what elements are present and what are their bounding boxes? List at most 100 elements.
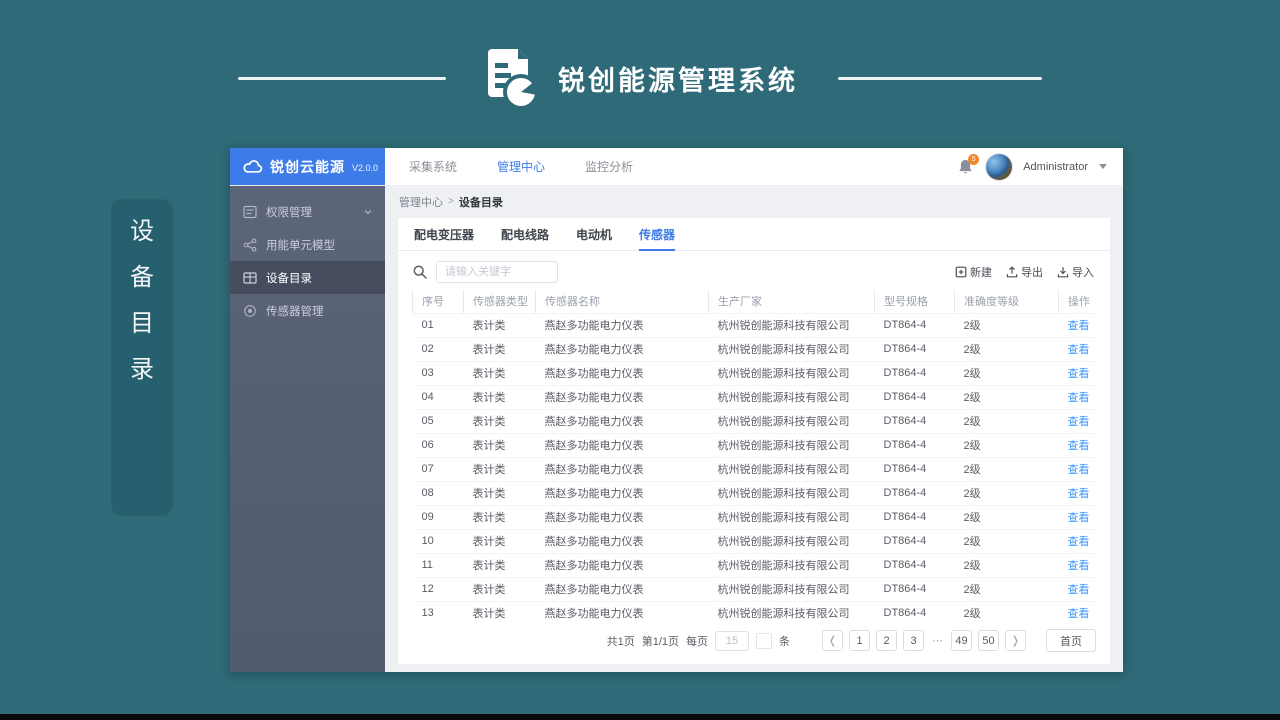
- page-button-2[interactable]: 2: [876, 630, 897, 651]
- cell-sensor-type: 表计类: [463, 480, 536, 505]
- cell-accuracy: 2级: [954, 528, 1059, 553]
- table-row[interactable]: 10 表计类 燕赵多功能电力仪表 杭州锐创能源科技有限公司 DT864-4 2级…: [412, 528, 1096, 553]
- cell-seq: 10: [412, 528, 464, 553]
- breadcrumb-parent[interactable]: 管理中心: [399, 194, 443, 210]
- current-page-text: 第1/1页: [641, 635, 679, 648]
- cell-model: DT864-4: [874, 312, 955, 337]
- view-link[interactable]: 查看: [1068, 344, 1090, 356]
- table-row[interactable]: 06 表计类 燕赵多功能电力仪表 杭州锐创能源科技有限公司 DT864-4 2级…: [412, 432, 1096, 457]
- device-type-tabs: 配电变压器 配电线路 电动机 传感器: [398, 218, 1110, 251]
- view-link[interactable]: 查看: [1068, 608, 1090, 620]
- sidebar-item-sensor-management[interactable]: 传感器管理: [230, 294, 385, 327]
- cell-sensor-name: 燕赵多功能电力仪表: [535, 576, 709, 601]
- table-row[interactable]: 03 表计类 燕赵多功能电力仪表 杭州锐创能源科技有限公司 DT864-4 2级…: [412, 360, 1096, 385]
- user-menu-caret-icon[interactable]: [1099, 164, 1107, 169]
- nav-item-management-center[interactable]: 管理中心: [497, 158, 545, 175]
- table-toolbar: 新建 导出: [398, 251, 1110, 290]
- create-button[interactable]: 新建: [955, 264, 992, 280]
- cell-sensor-type: 表计类: [463, 312, 536, 337]
- page-button-1[interactable]: 1: [849, 630, 870, 651]
- cell-accuracy: 2级: [954, 456, 1059, 481]
- col-sensor-name: 传感器名称: [535, 290, 709, 313]
- user-avatar[interactable]: [986, 153, 1013, 180]
- table-row[interactable]: 07 表计类 燕赵多功能电力仪表 杭州锐创能源科技有限公司 DT864-4 2级…: [412, 456, 1096, 481]
- sidebar-item-label: 传感器管理: [266, 305, 324, 318]
- per-page-stepper[interactable]: [756, 632, 772, 649]
- page-button-49[interactable]: 49: [951, 630, 972, 651]
- banner-divider-right: [838, 76, 1042, 80]
- cell-accuracy: 2级: [954, 384, 1059, 409]
- cell-sensor-type: 表计类: [463, 384, 536, 409]
- cell-manufacturer: 杭州锐创能源科技有限公司: [708, 504, 875, 529]
- table-row[interactable]: 01 表计类 燕赵多功能电力仪表 杭州锐创能源科技有限公司 DT864-4 2级…: [412, 312, 1096, 337]
- page-title: 锐创能源管理系统: [558, 65, 798, 96]
- notification-bell-icon[interactable]: 5: [958, 153, 980, 176]
- cell-manufacturer: 杭州锐创能源科技有限公司: [708, 432, 875, 457]
- user-name: Administrator: [1023, 160, 1088, 173]
- cell-manufacturer: 杭州锐创能源科技有限公司: [708, 600, 875, 625]
- breadcrumb-current: 设备目录: [458, 196, 503, 209]
- cell-model: DT864-4: [874, 576, 955, 601]
- page-button-50[interactable]: 50: [978, 630, 999, 651]
- pagination-bar: 共1页 第1/1页 每页 15 条 ❬ 1 2 3 ⋯ 49 50 ❭ 首页: [398, 629, 1110, 664]
- export-button[interactable]: 导出: [1006, 264, 1043, 280]
- col-accuracy: 准确度等级: [954, 290, 1059, 313]
- search-input[interactable]: [436, 261, 558, 283]
- prev-page-button[interactable]: ❬: [822, 630, 843, 651]
- cell-sensor-name: 燕赵多功能电力仪表: [535, 456, 709, 481]
- cell-accuracy: 2级: [954, 432, 1059, 457]
- sidebar-item-label: 设备目录: [266, 272, 312, 285]
- nav-item-monitoring[interactable]: 监控分析: [585, 158, 633, 175]
- view-link[interactable]: 查看: [1068, 584, 1090, 596]
- table-body: 01 表计类 燕赵多功能电力仪表 杭州锐创能源科技有限公司 DT864-4 2级…: [412, 312, 1096, 625]
- topbar-user-area: 5 Administrator: [958, 148, 1123, 185]
- table-row[interactable]: 08 表计类 燕赵多功能电力仪表 杭州锐创能源科技有限公司 DT864-4 2级…: [412, 480, 1096, 505]
- sidebar-item-device-catalog[interactable]: 设备目录: [230, 261, 385, 294]
- first-page-button[interactable]: 首页: [1046, 629, 1096, 652]
- view-link[interactable]: 查看: [1068, 440, 1090, 452]
- cell-model: DT864-4: [874, 432, 955, 457]
- next-page-button[interactable]: ❭: [1005, 630, 1026, 651]
- sidebar-item-permissions[interactable]: 权限管理: [230, 195, 385, 228]
- per-page-input[interactable]: 15: [715, 630, 749, 651]
- tab-motor[interactable]: 电动机: [576, 218, 612, 250]
- table-row[interactable]: 02 表计类 燕赵多功能电力仪表 杭州锐创能源科技有限公司 DT864-4 2级…: [412, 336, 1096, 361]
- table-row[interactable]: 12 表计类 燕赵多功能电力仪表 杭州锐创能源科技有限公司 DT864-4 2级…: [412, 576, 1096, 601]
- cell-seq: 01: [412, 312, 464, 337]
- cell-sensor-type: 表计类: [463, 552, 536, 577]
- tab-power-line[interactable]: 配电线路: [501, 218, 549, 250]
- cell-actions: 查看 删除: [1058, 600, 1096, 625]
- tab-sensor[interactable]: 传感器: [639, 218, 676, 251]
- view-link[interactable]: 查看: [1068, 464, 1090, 476]
- tab-transformer[interactable]: 配电变压器: [414, 218, 474, 250]
- cell-accuracy: 2级: [954, 552, 1059, 577]
- app-logo[interactable]: 锐创云能源 V2.0.0: [230, 148, 385, 185]
- table-row[interactable]: 04 表计类 燕赵多功能电力仪表 杭州锐创能源科技有限公司 DT864-4 2级…: [412, 384, 1096, 409]
- view-link[interactable]: 查看: [1068, 368, 1090, 380]
- page-button-3[interactable]: 3: [903, 630, 924, 651]
- top-navigation: 采集系统 管理中心 监控分析: [385, 148, 633, 185]
- cell-seq: 06: [412, 432, 464, 457]
- cell-model: DT864-4: [874, 528, 955, 553]
- table-row[interactable]: 13 表计类 燕赵多功能电力仪表 杭州锐创能源科技有限公司 DT864-4 2级…: [412, 600, 1096, 625]
- toolbar-actions: 新建 导出 导入: [955, 264, 1094, 280]
- view-link[interactable]: 查看: [1068, 536, 1090, 548]
- view-link[interactable]: 查看: [1068, 392, 1090, 404]
- cell-actions: 查看 删除: [1058, 432, 1096, 457]
- cell-accuracy: 2级: [954, 408, 1059, 433]
- view-link[interactable]: 查看: [1068, 560, 1090, 572]
- view-link[interactable]: 查看: [1068, 488, 1090, 500]
- cell-actions: 查看 删除: [1058, 408, 1096, 433]
- app-topbar: 锐创云能源 V2.0.0 采集系统 管理中心 监控分析 5 Administra…: [230, 148, 1123, 186]
- nav-item-collection[interactable]: 采集系统: [409, 158, 457, 175]
- sidebar-item-energy-unit-model[interactable]: 用能单元模型: [230, 228, 385, 261]
- cell-manufacturer: 杭州锐创能源科技有限公司: [708, 336, 875, 361]
- view-link[interactable]: 查看: [1068, 416, 1090, 428]
- table-row[interactable]: 09 表计类 燕赵多功能电力仪表 杭州锐创能源科技有限公司 DT864-4 2级…: [412, 504, 1096, 529]
- view-link[interactable]: 查看: [1068, 320, 1090, 332]
- import-button[interactable]: 导入: [1057, 264, 1094, 280]
- table-row[interactable]: 11 表计类 燕赵多功能电力仪表 杭州锐创能源科技有限公司 DT864-4 2级…: [412, 552, 1096, 577]
- table-row[interactable]: 05 表计类 燕赵多功能电力仪表 杭州锐创能源科技有限公司 DT864-4 2级…: [412, 408, 1096, 433]
- view-link[interactable]: 查看: [1068, 512, 1090, 524]
- cell-sensor-type: 表计类: [463, 456, 536, 481]
